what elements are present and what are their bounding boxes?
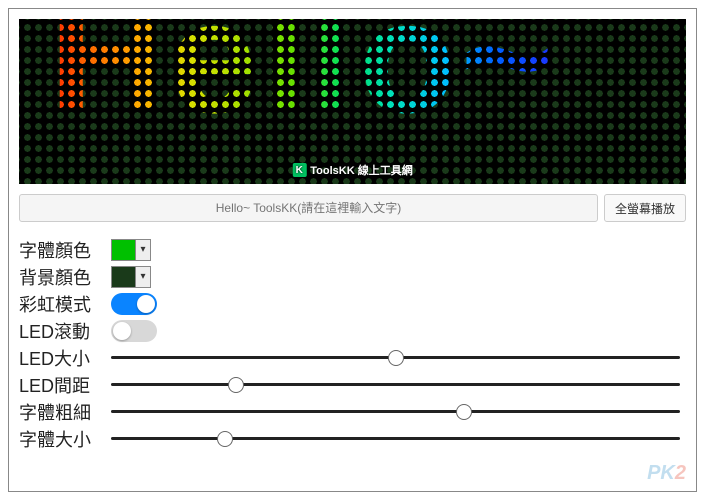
controls-panel: 字體顏色 ▾ 背景顏色 ▾ 彩虹模式 LED滾動 bbox=[19, 236, 686, 452]
wm-prefix: PK bbox=[647, 462, 675, 484]
preview-watermark: K ToolsKK 線上工具網 bbox=[292, 162, 412, 178]
corner-watermark: PK2 bbox=[647, 462, 686, 485]
slider-thumb[interactable] bbox=[217, 431, 233, 447]
label-bg-color: 背景顏色 bbox=[19, 264, 111, 290]
slider-thumb[interactable] bbox=[388, 350, 404, 366]
led-preview: Hello~ K ToolsKK 線上工具網 bbox=[19, 19, 686, 184]
watermark-logo-icon: K bbox=[292, 163, 306, 177]
app-frame: Hello~ K ToolsKK 線上工具網 全螢幕播放 字體顏色 ▾ 背景顏色… bbox=[8, 8, 697, 492]
label-font-color: 字體顏色 bbox=[19, 237, 111, 263]
dropdown-arrow-icon: ▾ bbox=[136, 240, 150, 260]
dropdown-arrow-icon: ▾ bbox=[136, 267, 150, 287]
led-display-text: Hello~ bbox=[49, 19, 558, 149]
label-font-size: 字體大小 bbox=[19, 426, 111, 452]
row-led-gap: LED間距 bbox=[19, 371, 686, 398]
toggle-knob bbox=[113, 322, 131, 340]
font-weight-slider[interactable] bbox=[111, 402, 680, 422]
label-font-weight: 字體粗細 bbox=[19, 399, 111, 425]
row-font-color: 字體顏色 ▾ bbox=[19, 236, 686, 263]
slider-track bbox=[111, 383, 680, 386]
row-led-size: LED大小 bbox=[19, 344, 686, 371]
font-color-picker[interactable]: ▾ bbox=[111, 239, 151, 261]
bg-color-swatch bbox=[112, 267, 136, 287]
label-rainbow: 彩虹模式 bbox=[19, 291, 111, 317]
row-bg-color: 背景顏色 ▾ bbox=[19, 263, 686, 290]
font-color-swatch bbox=[112, 240, 136, 260]
slider-thumb[interactable] bbox=[228, 377, 244, 393]
message-input[interactable] bbox=[19, 194, 598, 222]
led-gap-slider[interactable] bbox=[111, 375, 680, 395]
wm-suffix: 2 bbox=[675, 462, 686, 484]
led-size-slider[interactable] bbox=[111, 348, 680, 368]
fullscreen-button[interactable]: 全螢幕播放 bbox=[604, 194, 686, 222]
row-font-size: 字體大小 bbox=[19, 425, 686, 452]
slider-track bbox=[111, 410, 680, 413]
bg-color-picker[interactable]: ▾ bbox=[111, 266, 151, 288]
row-font-weight: 字體粗細 bbox=[19, 398, 686, 425]
scroll-toggle[interactable] bbox=[111, 320, 157, 342]
row-scroll: LED滾動 bbox=[19, 317, 686, 344]
input-row: 全螢幕播放 bbox=[19, 194, 686, 222]
label-led-size: LED大小 bbox=[19, 345, 111, 371]
rainbow-toggle[interactable] bbox=[111, 293, 157, 315]
toggle-knob bbox=[137, 295, 155, 313]
font-size-slider[interactable] bbox=[111, 429, 680, 449]
label-led-gap: LED間距 bbox=[19, 372, 111, 398]
label-scroll: LED滾動 bbox=[19, 318, 111, 344]
watermark-text: ToolsKK 線上工具網 bbox=[310, 162, 412, 178]
slider-thumb[interactable] bbox=[456, 404, 472, 420]
slider-track bbox=[111, 437, 680, 440]
row-rainbow: 彩虹模式 bbox=[19, 290, 686, 317]
